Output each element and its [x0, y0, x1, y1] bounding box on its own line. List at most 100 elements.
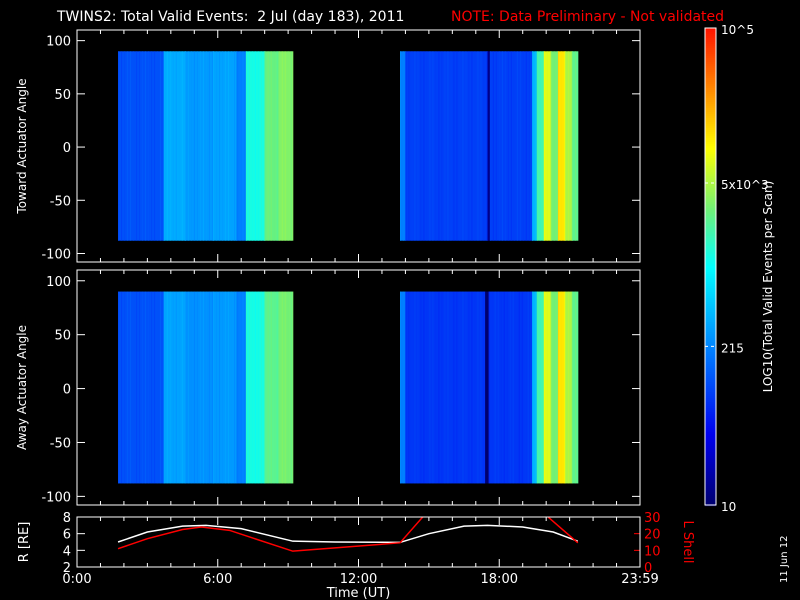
heatmap-cell	[228, 51, 230, 241]
colorbar-swatch	[705, 240, 716, 243]
heatmap-cell	[574, 51, 576, 241]
series-r-line	[117, 524, 579, 544]
colorbar-swatch	[705, 56, 716, 59]
heatmap-cell	[184, 291, 186, 484]
heatmap-cell	[453, 291, 455, 484]
colorbar-swatch	[705, 202, 716, 205]
heatmap-cell	[254, 291, 256, 484]
colorbar-swatch	[705, 498, 716, 501]
colorbar-swatch	[705, 488, 716, 491]
colorbar-swatch	[705, 470, 716, 473]
heatmap-cell	[527, 291, 529, 484]
colorbar-swatch	[705, 50, 716, 53]
heatmap-cell	[524, 291, 526, 484]
heatmap-cell	[518, 291, 520, 484]
colorbar-swatch	[705, 160, 716, 163]
heatmap-cell	[450, 51, 452, 241]
colorbar-swatch	[705, 340, 716, 343]
heatmap-cell	[503, 291, 505, 484]
heatmap-cell	[546, 51, 548, 241]
heatmap-cell	[124, 291, 126, 484]
heatmap-cell	[414, 291, 416, 484]
heatmap-cell	[462, 51, 464, 241]
heatmap-cell	[245, 291, 247, 484]
colorbar-swatch	[705, 502, 716, 505]
heatmap-cell	[513, 51, 515, 241]
colorbar-swatch	[705, 194, 716, 197]
heatmap-cell	[169, 51, 171, 241]
colorbar-swatch	[705, 392, 716, 395]
heatmap-cell	[535, 51, 537, 241]
colorbar-swatch	[705, 192, 716, 195]
heatmap-cell	[251, 291, 253, 484]
heatmap-cell	[474, 51, 476, 241]
colorbar-swatch	[705, 72, 716, 75]
heatmap-cell	[486, 51, 488, 241]
heatmap-cell	[570, 291, 572, 484]
heatmap-cell	[172, 51, 174, 241]
heatmap-cell	[563, 51, 565, 241]
heatmap-cell	[556, 291, 558, 484]
heatmap-cell	[542, 291, 544, 484]
heatmap-cell	[270, 291, 272, 484]
heatmap-cell	[491, 291, 493, 484]
colorbar-swatch	[705, 66, 716, 69]
heatmap-cell	[563, 291, 565, 484]
colorbar-swatch	[705, 264, 716, 267]
heatmap-cell	[184, 51, 186, 241]
heatmap-cell	[278, 51, 280, 241]
heatmap-cell	[417, 291, 419, 484]
colorbar-swatch	[705, 52, 716, 55]
heatmap-cell	[148, 51, 150, 241]
heatmap-cell	[267, 51, 269, 241]
heatmap-cell	[432, 291, 434, 484]
colorbar-swatch	[705, 402, 716, 405]
heatmap-cell	[276, 291, 278, 484]
colorbar-swatch	[705, 366, 716, 369]
y-axis-label: Away Actuator Angle	[15, 325, 29, 450]
heatmap-cell	[556, 51, 558, 241]
y-tick-label: 0	[63, 141, 71, 156]
heatmap-cell	[408, 51, 410, 241]
heatmap-cell	[516, 51, 518, 241]
heatmap-cell	[264, 51, 266, 241]
heatmap-cell	[528, 51, 530, 241]
colorbar-swatch	[705, 126, 716, 129]
colorbar-swatch	[705, 148, 716, 151]
colorbar-swatch	[705, 244, 716, 247]
heatmap-cell	[211, 51, 213, 241]
colorbar-swatch	[705, 284, 716, 287]
heatmap-cell	[139, 51, 141, 241]
heatmap-cell	[492, 51, 494, 241]
heatmap-cell	[535, 291, 537, 484]
colorbar-swatch	[705, 110, 716, 113]
series-l-shell-line	[546, 517, 579, 544]
colorbar-swatch	[705, 90, 716, 93]
colorbar-swatch	[705, 220, 716, 223]
colorbar-swatch	[705, 114, 716, 117]
y-tick-label: -100	[41, 247, 71, 262]
colorbar-swatch	[705, 238, 716, 241]
colorbar-swatch	[705, 478, 716, 481]
heatmap-cell	[273, 51, 275, 241]
colorbar-swatch	[705, 354, 716, 357]
colorbar-swatch	[705, 82, 716, 85]
colorbar-swatch	[705, 164, 716, 167]
colorbar-swatch	[705, 388, 716, 391]
heatmap-cell	[273, 291, 275, 484]
colorbar-swatch	[705, 462, 716, 465]
heatmap-cell	[239, 51, 241, 241]
colorbar-swatch	[705, 42, 716, 45]
colorbar-swatch	[705, 306, 716, 309]
colorbar-swatch	[705, 272, 716, 275]
heatmap-cell	[539, 51, 541, 241]
colorbar-swatch	[705, 332, 716, 335]
colorbar-swatch	[705, 472, 716, 475]
heatmap-cell	[236, 291, 238, 484]
colorbar-swatch	[705, 40, 716, 43]
colorbar-swatch	[705, 424, 716, 427]
heatmap-cell	[453, 51, 455, 241]
colorbar-swatch	[705, 60, 716, 63]
heatmap-cell	[489, 51, 491, 241]
heatmap-cell	[264, 291, 266, 484]
